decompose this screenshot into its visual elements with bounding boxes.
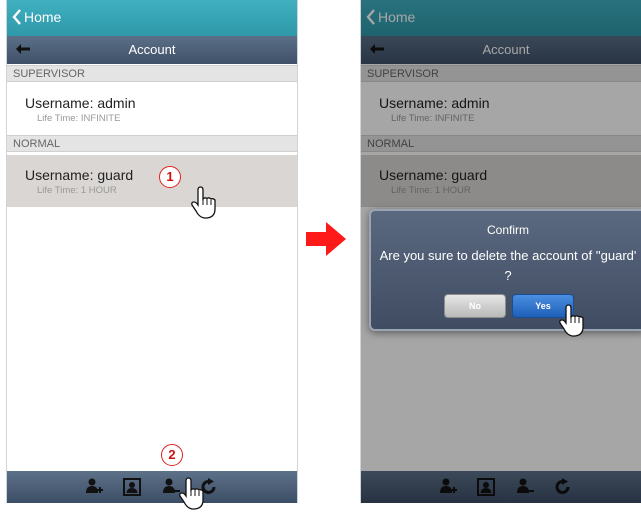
account-username: Username: guard xyxy=(25,167,134,183)
pointing-hand-icon-2 xyxy=(178,477,208,516)
pointing-hand-icon xyxy=(558,304,588,343)
account-lifetime: Life Time: INFINITE xyxy=(37,113,121,124)
section-header-normal: NORMAL xyxy=(7,135,297,152)
confirm-dialog: Confirm Are you sure to delete the accou… xyxy=(369,209,641,331)
account-username: Username: admin xyxy=(25,95,136,111)
phone-screen-after: Home Account SUPERVISOR Username: admin … xyxy=(360,0,641,503)
home-button[interactable]: Home xyxy=(12,9,61,25)
top-bar: Home xyxy=(7,0,297,36)
no-button[interactable]: No xyxy=(444,294,506,318)
dialog-title: Confirm xyxy=(486,223,529,237)
step-marker-1: 1 xyxy=(159,166,181,188)
pointing-hand-icon xyxy=(190,186,220,225)
right-arrow-icon xyxy=(306,222,346,261)
nav-bar: Account xyxy=(7,36,297,64)
bottom-toolbar xyxy=(7,471,297,503)
dialog-message: Are you sure to delete the account of ''… xyxy=(379,248,637,283)
user-profile-icon[interactable] xyxy=(122,477,142,497)
step-marker-2: 2 xyxy=(161,444,183,466)
account-lifetime: Life Time: 1 HOUR xyxy=(37,185,117,196)
page-title: Account xyxy=(128,42,176,57)
chevron-left-icon xyxy=(12,9,22,25)
section-header-supervisor: SUPERVISOR xyxy=(7,65,297,82)
phone-screen-before: Home Account SUPERVISOR Username: admin … xyxy=(6,0,298,503)
account-row-admin[interactable]: Username: admin Life Time: INFINITE xyxy=(7,83,297,135)
account-row-guard[interactable]: Username: guard Life Time: 1 HOUR xyxy=(7,155,297,207)
home-label: Home xyxy=(24,9,62,25)
add-user-icon[interactable] xyxy=(84,477,104,497)
